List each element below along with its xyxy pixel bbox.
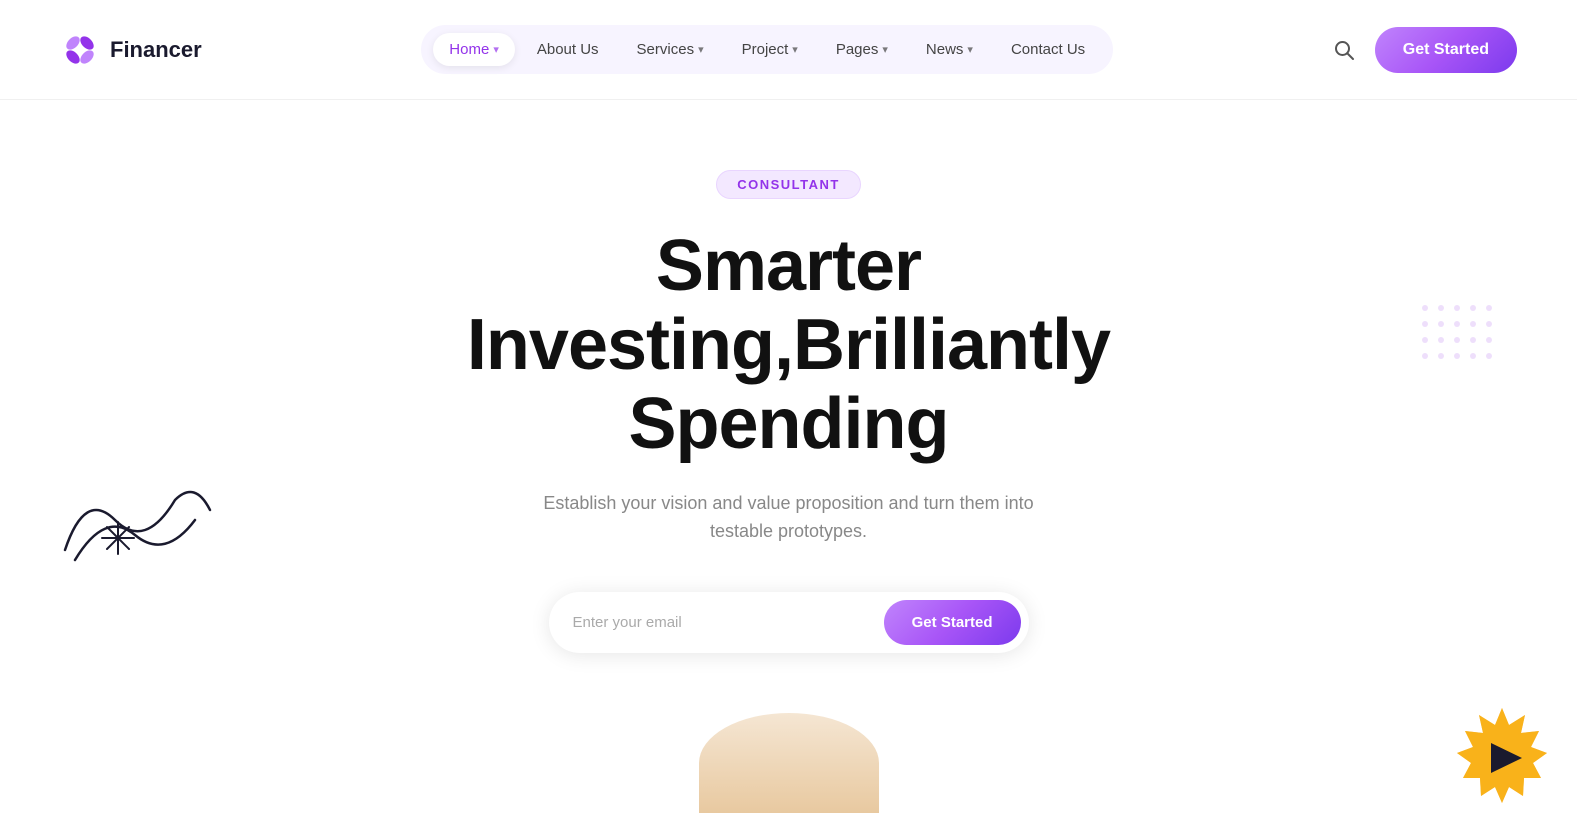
nav-links: Home ▾ About Us Services ▾ Project ▾ Pag…	[421, 25, 1113, 74]
chevron-down-icon: ▾	[967, 43, 973, 56]
hero-section: CONSULTANT Smarter Investing,Brilliantly…	[0, 100, 1577, 813]
person-image	[699, 713, 879, 813]
nav-item-news[interactable]: News ▾	[910, 33, 989, 66]
email-form: Get Started	[549, 592, 1029, 653]
squiggle-decoration	[55, 470, 215, 570]
hero-subtitle: Establish your vision and value proposit…	[519, 489, 1059, 547]
get-started-button[interactable]: Get Started	[1375, 27, 1517, 73]
logo[interactable]: Financer	[60, 30, 202, 70]
hero-title: Smarter Investing,Brilliantly Spending	[364, 227, 1214, 465]
navbar: Financer Home ▾ About Us Services ▾ Proj…	[0, 0, 1577, 100]
nav-item-about[interactable]: About Us	[521, 33, 615, 66]
logo-icon	[60, 30, 100, 70]
nav-item-pages[interactable]: Pages ▾	[820, 33, 904, 66]
search-icon	[1333, 39, 1355, 61]
chevron-down-icon: ▾	[792, 43, 798, 56]
nav-item-contact[interactable]: Contact Us	[995, 33, 1101, 66]
email-input[interactable]	[573, 614, 884, 631]
nav-right: Get Started	[1333, 27, 1517, 73]
search-button[interactable]	[1333, 39, 1355, 61]
form-get-started-button[interactable]: Get Started	[884, 600, 1021, 645]
chevron-down-icon: ▾	[698, 43, 704, 56]
logo-text: Financer	[110, 37, 202, 63]
consultant-badge: CONSULTANT	[716, 170, 861, 199]
nav-item-project[interactable]: Project ▾	[726, 33, 814, 66]
nav-item-home[interactable]: Home ▾	[433, 33, 515, 66]
nav-item-services[interactable]: Services ▾	[621, 33, 720, 66]
chevron-down-icon: ▾	[882, 43, 888, 56]
chevron-down-icon: ▾	[493, 43, 499, 56]
